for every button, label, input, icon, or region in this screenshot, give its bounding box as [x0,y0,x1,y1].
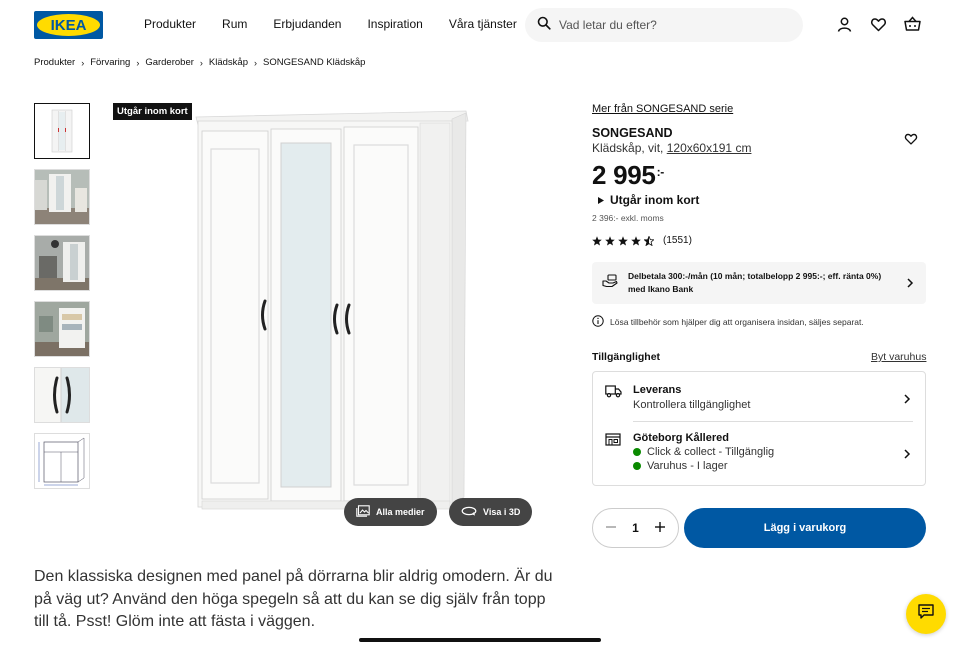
breadcrumb: Produkter › Förvaring › Garderober › Klädsk… [34,57,365,68]
thumbnail-1[interactable] [34,103,90,159]
finance-offer[interactable]: Delbetala 300:-/mån (10 mån; totalbelopp… [592,262,926,304]
store-stock-text: Varuhus - I lager [647,460,728,472]
product-description: Den klassiska designen med panel på dörr… [34,568,553,630]
thumbnail-2[interactable] [34,169,90,225]
all-media-label: Alla medier [376,507,425,517]
chat-icon [918,604,934,624]
chevron-right-icon: › [254,57,257,68]
click-collect-text: Click & collect - Tillgänglig [647,446,775,458]
availability-title: Tillgänglighet [592,351,661,363]
quantity-value[interactable]: 1 [632,521,639,535]
rating[interactable]: (1551) [592,235,692,246]
header: IKEA Produkter Rum Erbjudanden Inspirati… [0,0,960,50]
nav-item-inspiration[interactable]: Inspiration [367,17,422,31]
price-value: 2 995 [592,160,656,190]
rating-count: (1551) [663,235,692,246]
change-store-link[interactable]: Byt varuhus [871,351,926,363]
breadcrumb-item[interactable]: Förvaring [90,57,130,68]
expiring-badge: Utgår inom kort [113,103,192,120]
status-dot [633,461,641,470]
logo-text: IKEA [50,16,87,34]
star-icon [592,235,602,245]
logo-oval: IKEA [37,14,100,36]
user-icon[interactable] [836,16,853,33]
nav-item-erbjudanden[interactable]: Erbjudanden [273,17,341,31]
gallery-icon [356,505,370,519]
product-type: Klädskåp, vit, [592,141,664,155]
chevron-right-icon: › [81,57,85,68]
price-suffix: :- [656,165,665,179]
chevron-right-icon [906,276,914,294]
search-input[interactable] [559,18,779,32]
delivery-row[interactable]: Leverans Kontrollera tillgänglighet [593,372,925,421]
breadcrumb-item[interactable]: Produkter [34,57,75,68]
search-bar[interactable] [525,8,803,42]
price-excl-vat: 2 396:- exkl. moms [592,213,664,223]
plus-icon[interactable] [654,521,666,536]
ikea-logo[interactable]: IKEA [34,11,103,39]
header-icons [836,16,921,33]
main-nav: Produkter Rum Erbjudanden Inspiration Vå… [144,17,543,31]
store-stock-status: Varuhus - I lager [633,460,728,472]
payment-hand-icon [602,273,618,293]
thumbnail-6[interactable] [34,433,90,489]
quantity-stepper: 1 [592,508,679,548]
finance-text: Delbetala 300:-/mån (10 mån; totalbelopp… [628,271,882,294]
product-main-image[interactable] [112,103,548,535]
thumbnail-4[interactable] [34,301,90,357]
star-icon [631,235,641,245]
search-icon [537,16,551,35]
accessory-info: Lösa tillbehör som hjälper dig att organ… [592,315,864,329]
store-icon [605,432,621,451]
nav-item-rum[interactable]: Rum [222,17,247,31]
view-3d-label: Visa i 3D [483,507,521,517]
heart-icon[interactable] [870,16,887,33]
favorite-heart-icon[interactable] [904,132,918,151]
product-name: SONGESAND [592,126,673,140]
delivery-subtitle: Kontrollera tillgänglighet [633,399,751,411]
availability-box: Leverans Kontrollera tillgänglighet Göte… [592,371,926,486]
half-star-icon [644,235,654,246]
thumbnail-5[interactable] [34,367,90,423]
breadcrumb-item[interactable]: Klädskåp [209,57,248,68]
store-row[interactable]: Göteborg Kållered Click & collect - Till… [593,422,925,486]
chevron-right-icon [903,392,911,410]
minus-icon[interactable] [605,521,617,536]
all-media-button[interactable]: Alla medier [344,498,437,526]
product-subtitle: Klädskåp, vit, 120x60x191 cm [592,141,751,155]
rotate-3d-icon [461,505,477,519]
expiring-notice: Utgår inom kort [598,193,699,207]
view-3d-button[interactable]: Visa i 3D [449,498,533,526]
chevron-right-icon [903,447,911,465]
click-collect-status: Click & collect - Tillgänglig [633,446,774,458]
thumbnail-list [34,103,90,499]
price: 2 995:- [592,160,664,191]
truck-icon [605,384,622,403]
accessory-info-text: Lösa tillbehör som hjälper dig att organ… [610,317,864,327]
thumbnail-3[interactable] [34,235,90,291]
triangle-right-icon [598,193,604,207]
home-indicator [359,638,601,642]
series-link[interactable]: Mer från SONGESAND serie [592,103,733,115]
add-to-cart-button[interactable]: Lägg i varukorg [684,508,926,548]
breadcrumb-item[interactable]: Garderober [145,57,194,68]
star-icon [618,235,628,245]
info-icon [592,315,604,329]
nav-item-produkter[interactable]: Produkter [144,17,196,31]
product-dimensions-link[interactable]: 120x60x191 cm [667,141,752,155]
chat-button[interactable] [906,594,946,634]
chevron-right-icon: › [199,57,203,68]
breadcrumb-item-current[interactable]: SONGESAND Klädskåp [263,57,365,68]
chevron-right-icon: › [136,57,140,68]
expiring-text: Utgår inom kort [610,193,700,207]
nav-item-tjanster[interactable]: Våra tjänster [449,17,517,31]
delivery-title: Leverans [633,384,682,396]
cart-icon[interactable] [904,16,921,33]
store-name: Göteborg Kållered [633,432,729,444]
star-icon [605,235,615,245]
status-dot [633,447,641,456]
